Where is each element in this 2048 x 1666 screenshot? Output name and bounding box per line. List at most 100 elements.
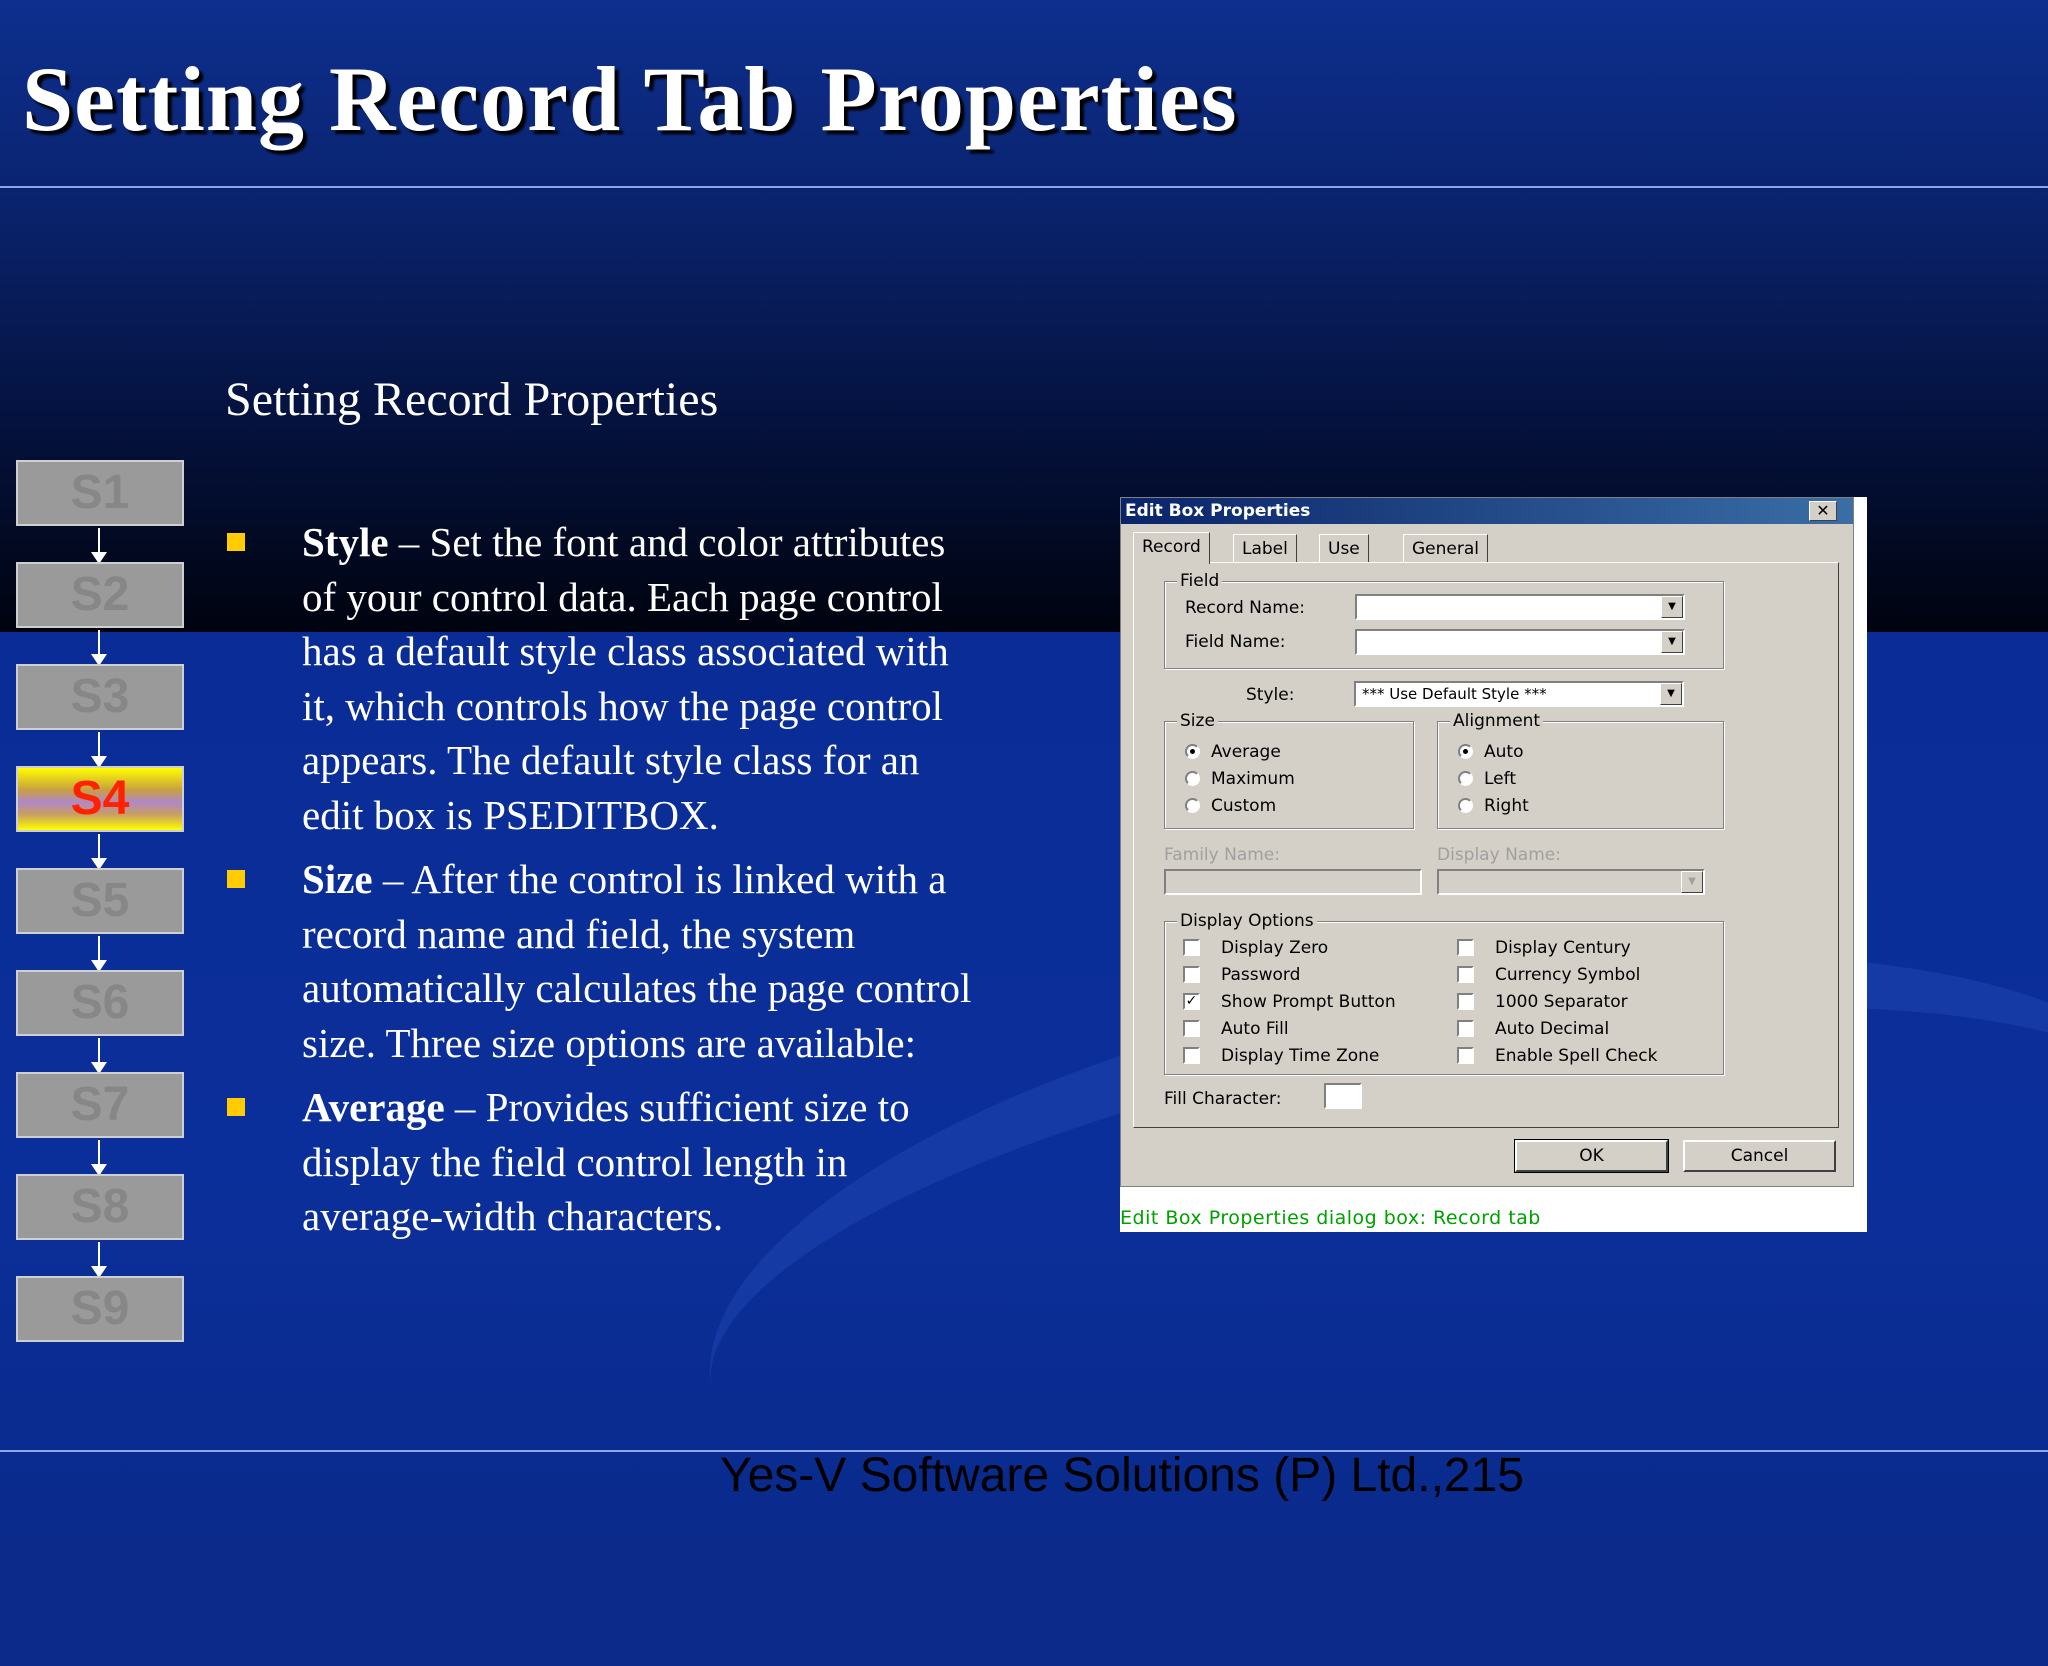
arrow-down-icon (91, 1242, 107, 1278)
checkbox[interactable] (1457, 1047, 1474, 1064)
radio-button[interactable] (1185, 771, 1200, 786)
step-button[interactable]: S2 (16, 562, 184, 628)
field-name-combo[interactable]: ▼ (1355, 629, 1685, 655)
radio-button[interactable] (1185, 744, 1200, 759)
arrow-down-icon (91, 936, 107, 972)
bullet-marker-icon (227, 533, 245, 551)
tab-use[interactable]: Use (1319, 534, 1369, 563)
arrow-down-icon (91, 1140, 107, 1176)
checkbox-label[interactable]: 1000 Separator (1495, 992, 1628, 1012)
step-button[interactable]: S1 (16, 460, 184, 526)
checkbox-label[interactable]: Display Zero (1221, 938, 1328, 958)
checkbox-label[interactable]: Currency Symbol (1495, 965, 1640, 985)
chevron-down-icon[interactable]: ▼ (1660, 683, 1682, 705)
edit-box-properties-dialog: Edit Box Properties ✕ Record Label Use G… (1120, 497, 1854, 1187)
bullet-text: Style – Set the font and color attribute… (302, 515, 985, 842)
chevron-down-icon[interactable]: ▼ (1661, 596, 1683, 618)
family-name-input[interactable] (1164, 869, 1422, 895)
arrow-down-icon (91, 528, 107, 564)
radio-button[interactable] (1185, 798, 1200, 813)
chevron-down-icon[interactable]: ▼ (1681, 871, 1703, 893)
checkbox-label[interactable]: Auto Fill (1221, 1019, 1289, 1039)
checkbox[interactable] (1457, 966, 1474, 983)
bullet-list: Style – Set the font and color attribute… (225, 515, 985, 1254)
step-button[interactable]: S5 (16, 868, 184, 934)
fill-character-input[interactable] (1324, 1083, 1362, 1109)
checkbox-label[interactable]: Show Prompt Button (1221, 992, 1396, 1012)
step-button[interactable]: S3 (16, 664, 184, 730)
figure-caption: Edit Box Properties dialog box: Record t… (1120, 1207, 1541, 1229)
checkbox-label[interactable]: Display Time Zone (1221, 1046, 1379, 1066)
record-tab-panel: Field Record Name: ▼ Field Name: ▼ Style… (1133, 562, 1839, 1128)
family-name-label: Family Name: (1164, 845, 1280, 865)
radio-label[interactable]: Left (1484, 769, 1516, 789)
radio-label[interactable]: Maximum (1211, 769, 1295, 789)
style-combo[interactable]: *** Use Default Style *** ▼ (1354, 681, 1684, 707)
arrow-down-icon (91, 1038, 107, 1074)
radio-button[interactable] (1458, 744, 1473, 759)
tab-label[interactable]: Label (1233, 534, 1297, 563)
checkbox[interactable]: ✓ (1183, 993, 1200, 1010)
bullet-term: Average (302, 1084, 445, 1130)
style-label: Style: (1246, 685, 1295, 705)
radio-label[interactable]: Custom (1211, 796, 1276, 816)
dialog-title: Edit Box Properties (1125, 501, 1311, 521)
bullet-text: Size – After the control is linked with … (302, 852, 985, 1070)
radio-button[interactable] (1458, 798, 1473, 813)
bullet-item: Average – Provides sufficient size to di… (225, 1080, 985, 1244)
checkbox[interactable] (1183, 939, 1200, 956)
arrow-down-icon (91, 732, 107, 768)
radio-label[interactable]: Auto (1484, 742, 1523, 762)
size-group: Size Average Maximum Custom (1164, 711, 1414, 829)
chevron-down-icon[interactable]: ▼ (1661, 631, 1683, 653)
step-button[interactable]: S7 (16, 1072, 184, 1138)
alignment-group-label: Alignment (1450, 711, 1544, 731)
radio-label[interactable]: Right (1484, 796, 1529, 816)
record-name-combo[interactable]: ▼ (1355, 594, 1685, 620)
style-value: *** Use Default Style *** (1362, 685, 1547, 703)
ok-button[interactable]: OK (1514, 1139, 1669, 1173)
bullet-item: Style – Set the font and color attribute… (225, 515, 985, 842)
fill-character-label: Fill Character: (1164, 1089, 1282, 1109)
tab-record[interactable]: Record (1133, 532, 1210, 564)
bullet-description: – After the control is linked with a rec… (302, 856, 972, 1066)
radio-label[interactable]: Average (1211, 742, 1281, 762)
close-icon[interactable]: ✕ (1809, 501, 1837, 521)
bullet-term: Style (302, 519, 389, 565)
arrow-down-icon (91, 630, 107, 666)
display-options-group-label: Display Options (1177, 911, 1317, 931)
size-group-label: Size (1177, 711, 1218, 731)
bullet-marker-icon (227, 1098, 245, 1116)
checkbox[interactable] (1457, 993, 1474, 1010)
display-name-combo[interactable]: ▼ (1437, 869, 1705, 895)
checkbox-label[interactable]: Auto Decimal (1495, 1019, 1609, 1039)
step-button[interactable]: S9 (16, 1276, 184, 1342)
tab-general[interactable]: General (1403, 534, 1488, 563)
display-name-label: Display Name: (1437, 845, 1561, 865)
checkbox[interactable] (1457, 1020, 1474, 1037)
arrow-down-icon (91, 834, 107, 870)
checkbox[interactable] (1457, 939, 1474, 956)
checkbox[interactable] (1183, 966, 1200, 983)
slide-title: Setting Record Tab Properties (22, 48, 1238, 150)
slide-subtitle: Setting Record Properties (225, 373, 719, 426)
checkbox[interactable] (1183, 1020, 1200, 1037)
checkbox-label[interactable]: Display Century (1495, 938, 1631, 958)
bullet-term: Size (302, 856, 373, 902)
checkbox-label[interactable]: Enable Spell Check (1495, 1046, 1658, 1066)
field-group: Field Record Name: ▼ Field Name: ▼ (1164, 571, 1724, 669)
cancel-button[interactable]: Cancel (1683, 1140, 1836, 1172)
field-group-label: Field (1177, 571, 1223, 591)
checkbox-label[interactable]: Password (1221, 965, 1300, 985)
step-button[interactable]: S4 (16, 766, 184, 832)
bullet-description: – Set the font and color attributes of y… (302, 519, 949, 838)
dialog-titlebar: Edit Box Properties ✕ (1121, 498, 1853, 524)
radio-button[interactable] (1458, 771, 1473, 786)
checkbox[interactable] (1183, 1047, 1200, 1064)
dialog-screenshot: Edit Box Properties ✕ Record Label Use G… (1120, 497, 1867, 1232)
step-button[interactable]: S8 (16, 1174, 184, 1240)
step-button[interactable]: S6 (16, 970, 184, 1036)
bullet-marker-icon (227, 870, 245, 888)
footer-text: Yes-V Software Solutions (P) Ltd.,215 (720, 1449, 1524, 1502)
field-name-label: Field Name: (1185, 632, 1286, 652)
